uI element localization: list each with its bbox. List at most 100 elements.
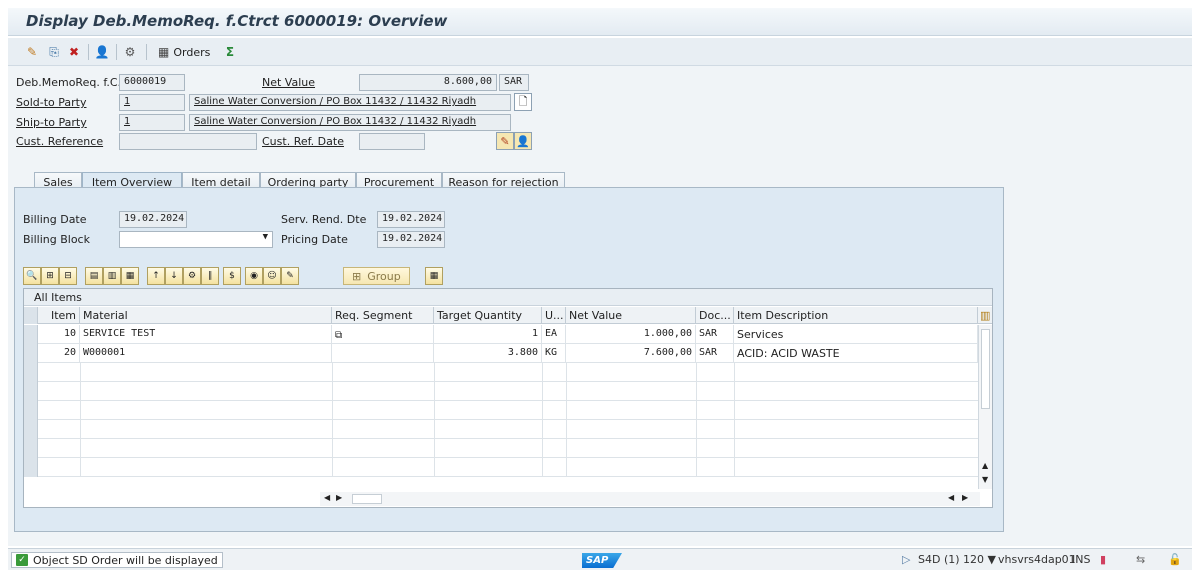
empty-row[interactable] [24, 401, 992, 420]
input-mode[interactable]: INS [1072, 553, 1090, 566]
value-help-icon[interactable]: ⧉ [335, 330, 342, 341]
cell-target-quantity[interactable]: 1 [434, 325, 542, 344]
column-net-value[interactable]: Net Value [566, 307, 696, 324]
scroll-left-icon[interactable]: ◀ [324, 493, 330, 502]
pricing-date-label: Pricing Date [281, 233, 348, 246]
cell-material[interactable]: SERVICE TEST [80, 325, 332, 344]
conditions-icon[interactable]: ◉ [245, 267, 263, 285]
scroll-right-icon[interactable]: ▶ [962, 493, 968, 502]
deselect-all-icon[interactable]: ▥ [103, 267, 121, 285]
partner-icon[interactable]: ☺ [263, 267, 281, 285]
cell-target-quantity[interactable]: 3.800 [434, 344, 542, 363]
cell-material[interactable]: W000001 [80, 344, 332, 363]
column-material[interactable]: Material [80, 307, 332, 324]
header-partner-icon[interactable]: 👤 [94, 44, 110, 60]
configure-icon[interactable]: ⚙ [183, 267, 201, 285]
delete-icon[interactable]: ✖ [66, 44, 82, 60]
cell-doc-currency: SAR [696, 325, 734, 344]
sort-ascending-icon[interactable]: ↑ [147, 267, 165, 285]
column-doc-currency[interactable]: Doc... [696, 307, 734, 324]
ship-to-description[interactable]: Saline Water Conversion / PO Box 11432 /… [189, 114, 511, 131]
person-icon[interactable]: 👤 [514, 132, 532, 150]
column-target-quantity[interactable]: Target Quantity [434, 307, 542, 324]
pricing-date-field[interactable]: 19.02.2024 [377, 231, 445, 248]
cell-req-segment[interactable] [332, 344, 434, 363]
currency-field[interactable]: SAR [499, 74, 529, 91]
scroll-up-icon[interactable]: ▲ [982, 461, 988, 470]
serv-rend-date-field[interactable]: 19.02.2024 [377, 211, 445, 228]
column-settings-icon[interactable]: ▥ [980, 309, 990, 322]
document-icon[interactable]: 🗋 [514, 93, 532, 111]
table-row[interactable]: 20 W000001 3.800 KG 7.600,00 SAR ACID: A… [24, 344, 992, 363]
item-table-icon[interactable]: ▦ [425, 267, 443, 285]
document-flow-icon[interactable]: ⚙ [122, 44, 138, 60]
item-detail-icon[interactable]: 🔍 [23, 267, 41, 285]
empty-row[interactable] [24, 458, 992, 477]
net-value-field[interactable]: 8.600,00 [359, 74, 497, 91]
lock-icon[interactable]: 🔓 [1168, 553, 1182, 566]
sold-to-field[interactable]: 1 [119, 94, 185, 111]
pricing-icon[interactable]: $ [223, 267, 241, 285]
column-item-description[interactable]: Item Description [734, 307, 978, 324]
cust-reference-field[interactable] [119, 133, 257, 150]
horizontal-scrollbar[interactable]: ◀ ▶ ◀ ▶ [320, 492, 980, 506]
empty-row[interactable] [24, 439, 992, 458]
status-message[interactable]: ✓ Object SD Order will be displayed [11, 552, 223, 568]
row-selector[interactable] [24, 420, 38, 439]
row-selector[interactable] [24, 325, 38, 344]
table-icon: ▦ [158, 45, 170, 59]
empty-row[interactable] [24, 363, 992, 382]
scroll-down-icon[interactable]: ▼ [982, 475, 988, 484]
billing-block-dropdown[interactable]: ▼ [119, 231, 273, 248]
hscroll-thumb[interactable] [352, 494, 382, 504]
row-selector[interactable] [24, 401, 38, 420]
cust-ref-date-field[interactable] [359, 133, 425, 150]
cell-item-description[interactable]: Services [734, 325, 978, 344]
scroll-thumb[interactable] [981, 329, 990, 409]
insert-row-icon[interactable]: ⊞ [41, 267, 59, 285]
sort-descending-icon[interactable]: ↓ [165, 267, 183, 285]
table-row[interactable]: 10 SERVICE TEST ⧉ 1 EA 1.000,00 SAR Serv… [24, 325, 992, 344]
display-change-icon[interactable]: ✎ [24, 44, 40, 60]
empty-row[interactable] [24, 382, 992, 401]
row-selector[interactable] [24, 344, 38, 363]
sum-icon[interactable]: Σ [222, 44, 238, 60]
title-bar: Display Deb.MemoReq. f.Ctrct 6000019: Ov… [8, 8, 1192, 36]
ship-to-field[interactable]: 1 [119, 114, 185, 131]
cell-req-segment[interactable]: ⧉ [332, 325, 434, 344]
column-req-segment[interactable]: Req. Segment [332, 307, 434, 324]
billing-date-field[interactable]: 19.02.2024 [119, 211, 187, 228]
cell-item-description[interactable]: ACID: ACID WASTE [734, 344, 978, 363]
select-all-cell[interactable] [24, 307, 38, 324]
scroll-left-icon[interactable]: ◀ [948, 493, 954, 502]
row-selector[interactable] [24, 458, 38, 477]
row-selector[interactable] [24, 363, 38, 382]
scroll-right-icon[interactable]: ▶ [336, 493, 342, 502]
row-selector[interactable] [24, 382, 38, 401]
create-with-reference-icon[interactable]: ⎘ [46, 44, 62, 60]
layout-icon[interactable]: ⇆ [1136, 553, 1145, 566]
select-all-icon[interactable]: ▤ [85, 267, 103, 285]
edit-header-icon[interactable]: ✎ [496, 132, 514, 150]
empty-row[interactable] [24, 420, 992, 439]
group-button[interactable]: ⊞ Group [343, 267, 410, 285]
flag-icon[interactable]: ▮ [1100, 553, 1106, 566]
delete-row-icon[interactable]: ⊟ [59, 267, 77, 285]
main-content: Deb.MemoReq. f.C.. 6000019 Net Value 8.6… [8, 66, 1192, 546]
cell-unit[interactable]: EA [542, 325, 566, 344]
column-item[interactable]: Item [38, 307, 80, 324]
doc-number-field[interactable]: 6000019 [119, 74, 185, 91]
expand-status-icon[interactable]: ▷ [902, 553, 910, 566]
status-icon[interactable]: ✎ [281, 267, 299, 285]
sold-to-description[interactable]: Saline Water Conversion / PO Box 11432 /… [189, 94, 511, 111]
row-selector[interactable] [24, 439, 38, 458]
cell-unit[interactable]: KG [542, 344, 566, 363]
cell-net-value: 1.000,00 [566, 325, 696, 344]
select-block-icon[interactable]: ▦ [121, 267, 139, 285]
columns-icon[interactable]: ∥ [201, 267, 219, 285]
system-info[interactable]: S4D (1) 120 ▼ [918, 553, 996, 566]
vertical-scrollbar[interactable]: ▲ ▼ [978, 325, 992, 489]
orders-button[interactable]: ▦ Orders [158, 43, 210, 61]
group-icon: ⊞ [352, 269, 362, 283]
column-unit[interactable]: U... [542, 307, 566, 324]
